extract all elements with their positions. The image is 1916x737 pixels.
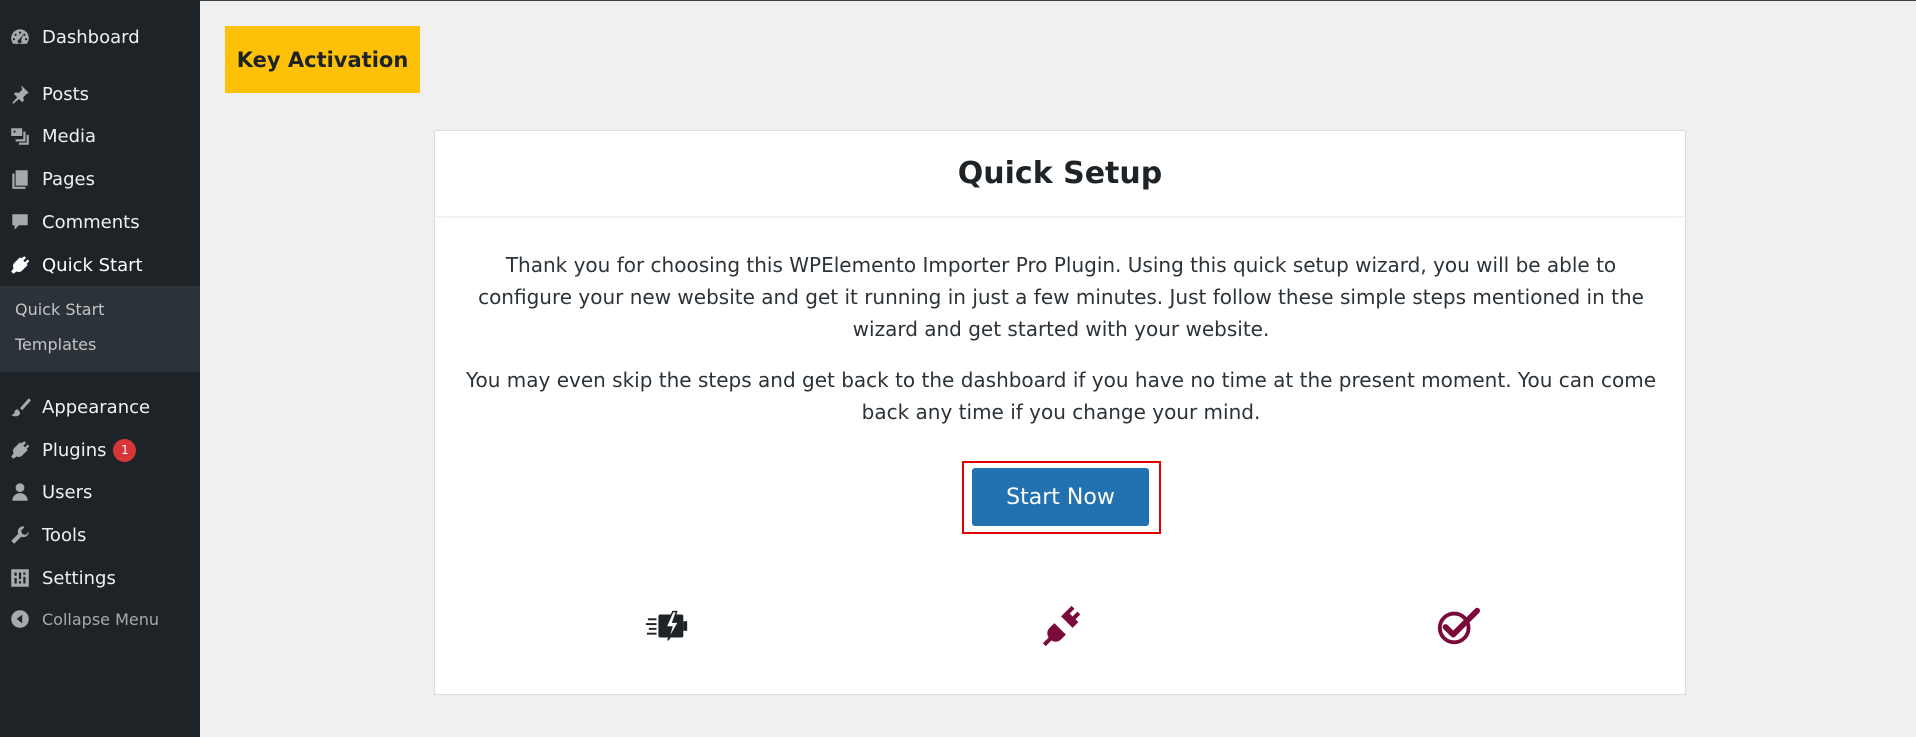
page-title: Quick Setup: [957, 156, 1163, 191]
update-count-badge: 1: [113, 438, 137, 462]
top-border: [0, 0, 1916, 1]
card-header: Quick Setup: [435, 131, 1685, 217]
quick-start-submenu: Quick Start Templates: [0, 286, 200, 372]
sidebar-item-label: Pages: [42, 168, 95, 190]
checkmark-circle-icon: [1433, 601, 1483, 651]
sidebar-item-tools[interactable]: Tools: [0, 515, 200, 555]
submenu-item-quick-start[interactable]: Quick Start: [15, 300, 104, 319]
collapse-menu-button[interactable]: Collapse Menu: [0, 599, 200, 639]
sidebar-item-settings[interactable]: Settings: [0, 558, 200, 598]
sidebar-item-label: Tools: [42, 524, 87, 546]
pin-icon: [0, 83, 42, 105]
collapse-icon: [0, 608, 42, 630]
sidebar-item-label: Comments: [42, 211, 140, 233]
sidebar-item-posts[interactable]: Posts: [0, 74, 200, 114]
sidebar-item-label: Quick Start: [42, 254, 143, 276]
plugin-icon: [0, 439, 42, 461]
collapse-menu-label: Collapse Menu: [42, 609, 160, 629]
intro-paragraph: Thank you for choosing this WPElemento I…: [478, 253, 1644, 341]
plug-icon: [0, 254, 42, 276]
sidebar-item-users[interactable]: Users: [0, 472, 200, 512]
sidebar-item-label: Settings: [42, 567, 116, 589]
sidebar-item-dashboard[interactable]: Dashboard: [0, 17, 200, 57]
admin-sidebar: Dashboard Posts Media Pages Comments Qui…: [0, 0, 200, 737]
sidebar-item-label: Media: [42, 125, 97, 147]
wrench-icon: [0, 524, 42, 546]
sidebar-item-label: Appearance: [42, 396, 151, 418]
sidebar-item-plugins[interactable]: Plugins 1: [0, 430, 200, 470]
dashboard-icon: [0, 26, 42, 48]
sidebar-item-label: Plugins: [42, 439, 107, 461]
sidebar-item-label: Users: [42, 481, 93, 503]
plug-connect-icon: [1038, 601, 1088, 651]
brush-icon: [0, 396, 42, 418]
sidebar-item-quick-start[interactable]: Quick Start: [0, 245, 200, 285]
submenu-item-templates[interactable]: Templates: [15, 335, 96, 354]
user-icon: [0, 481, 42, 503]
pages-icon: [0, 168, 42, 190]
quick-setup-card: Quick Setup Thank you for choosing this …: [434, 130, 1686, 695]
key-activation-button[interactable]: Key Activation: [225, 26, 420, 93]
skip-paragraph: You may even skip the steps and get back…: [465, 368, 1657, 424]
comment-icon: [0, 211, 42, 233]
sidebar-item-label: Dashboard: [42, 26, 140, 48]
sidebar-item-label: Posts: [42, 83, 90, 105]
settings-icon: [0, 567, 42, 589]
start-now-button[interactable]: Start Now: [972, 468, 1149, 526]
sidebar-item-comments[interactable]: Comments: [0, 202, 200, 242]
sidebar-item-appearance[interactable]: Appearance: [0, 387, 200, 427]
fast-charge-icon: [643, 601, 693, 651]
sidebar-item-media[interactable]: Media: [0, 116, 200, 156]
sidebar-item-pages[interactable]: Pages: [0, 159, 200, 199]
media-icon: [0, 125, 42, 147]
